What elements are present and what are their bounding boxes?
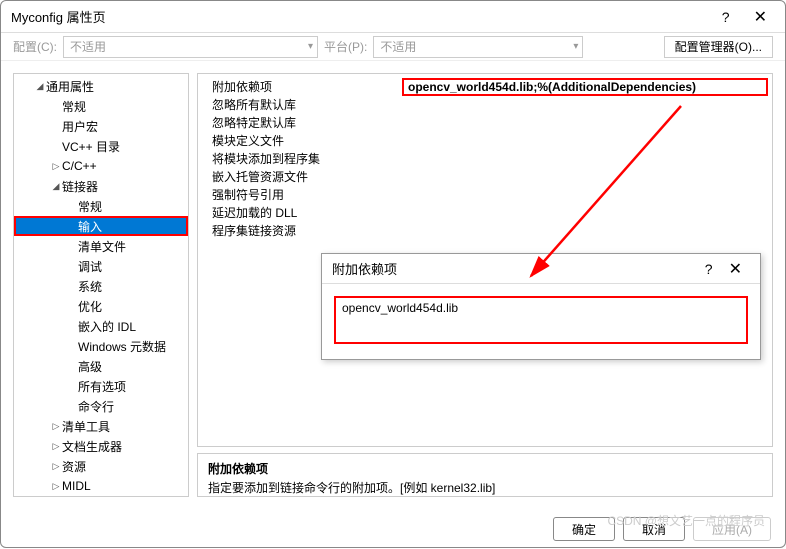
popup-dialog: 附加依赖项 ? ✕ opencv_world454d.lib [321, 253, 761, 360]
tree-item[interactable]: ▷文档生成器 [14, 436, 188, 456]
prop-row[interactable]: 忽略所有默认库 [202, 96, 768, 114]
ok-button[interactable]: 确定 [553, 517, 615, 541]
tree-item[interactable]: 系统 [14, 276, 188, 296]
platform-select-value: 不适用 [380, 38, 416, 55]
tree-item[interactable]: 所有选项 [14, 376, 188, 396]
tree-item[interactable]: 高级 [14, 356, 188, 376]
collapse-icon: ◢ [50, 181, 62, 192]
config-select-value: 不适用 [70, 38, 106, 55]
platform-select[interactable]: 不适用 ▾ [373, 36, 583, 58]
platform-label: 平台(P): [324, 38, 367, 55]
tree-item[interactable]: ▷C/C++ [14, 156, 188, 176]
tree-item[interactable]: ▷资源 [14, 456, 188, 476]
tree-root[interactable]: ◢通用属性 [14, 76, 188, 96]
description-title: 附加依赖项 [208, 460, 762, 477]
expand-icon: ▷ [50, 421, 62, 432]
prop-value-additional-deps[interactable]: opencv_world454d.lib;%(AdditionalDepende… [402, 78, 768, 96]
titlebar: Myconfig 属性页 ? ✕ [1, 1, 785, 33]
expand-icon: ▷ [50, 481, 62, 492]
tree-item[interactable]: 嵌入的 IDL [14, 316, 188, 336]
tree-item[interactable]: 清单文件 [14, 236, 188, 256]
prop-label: 附加依赖项 [202, 78, 402, 96]
prop-row[interactable]: 强制符号引用 [202, 186, 768, 204]
tree-item[interactable]: Windows 元数据 [14, 336, 188, 356]
description-box: 附加依赖项 指定要添加到链接命令行的附加项。[例如 kernel32.lib] [197, 453, 773, 497]
config-manager-button[interactable]: 配置管理器(O)... [664, 36, 773, 58]
prop-row[interactable]: 延迟加载的 DLL [202, 204, 768, 222]
tree-item[interactable]: VC++ 目录 [14, 136, 188, 156]
prop-row[interactable]: 模块定义文件 [202, 132, 768, 150]
popup-close-button[interactable]: ✕ [721, 259, 750, 279]
tree-panel[interactable]: ◢通用属性 常规 用户宏 VC++ 目录 ▷C/C++ ◢链接器 常规 输入 清… [13, 73, 189, 497]
expand-icon: ▷ [50, 161, 62, 172]
prop-row[interactable]: 忽略特定默认库 [202, 114, 768, 132]
config-select[interactable]: 不适用 ▾ [63, 36, 318, 58]
prop-row[interactable]: 嵌入托管资源文件 [202, 168, 768, 186]
prop-row[interactable]: 附加依赖项 opencv_world454d.lib;%(AdditionalD… [202, 78, 768, 96]
prop-row[interactable]: 程序集链接资源 [202, 222, 768, 240]
tree-item[interactable]: 用户宏 [14, 116, 188, 136]
expand-icon: ▷ [50, 461, 62, 472]
chevron-down-icon: ▾ [308, 41, 313, 52]
expand-icon: ▷ [50, 441, 62, 452]
tree-item-linker[interactable]: ◢链接器 [14, 176, 188, 196]
popup-titlebar: 附加依赖项 ? ✕ [322, 254, 760, 284]
collapse-icon: ◢ [34, 81, 46, 92]
window-title: Myconfig 属性页 [11, 7, 714, 26]
watermark: CSDN @想文艺一点的程序员 [607, 512, 765, 529]
prop-row[interactable]: 将模块添加到程序集 [202, 150, 768, 168]
config-label: 配置(C): [13, 38, 57, 55]
close-button[interactable]: ✕ [746, 7, 775, 27]
config-row: 配置(C): 不适用 ▾ 平台(P): 不适用 ▾ 配置管理器(O)... [1, 33, 785, 61]
tree-item[interactable]: ▷MIDL [14, 476, 188, 496]
tree-item[interactable]: 调试 [14, 256, 188, 276]
popup-help-button[interactable]: ? [697, 261, 721, 277]
chevron-down-icon: ▾ [573, 41, 578, 52]
additional-deps-textarea[interactable]: opencv_world454d.lib [334, 296, 748, 344]
popup-title: 附加依赖项 [332, 259, 697, 278]
tree-item[interactable]: 常规 [14, 196, 188, 216]
description-text: 指定要添加到链接命令行的附加项。[例如 kernel32.lib] [208, 479, 762, 496]
tree-item[interactable]: 优化 [14, 296, 188, 316]
tree-item[interactable]: 命令行 [14, 396, 188, 416]
tree-item-input[interactable]: 输入 [14, 216, 188, 236]
tree-item[interactable]: ▷清单工具 [14, 416, 188, 436]
help-button[interactable]: ? [714, 9, 738, 25]
tree-item[interactable]: 常规 [14, 96, 188, 116]
